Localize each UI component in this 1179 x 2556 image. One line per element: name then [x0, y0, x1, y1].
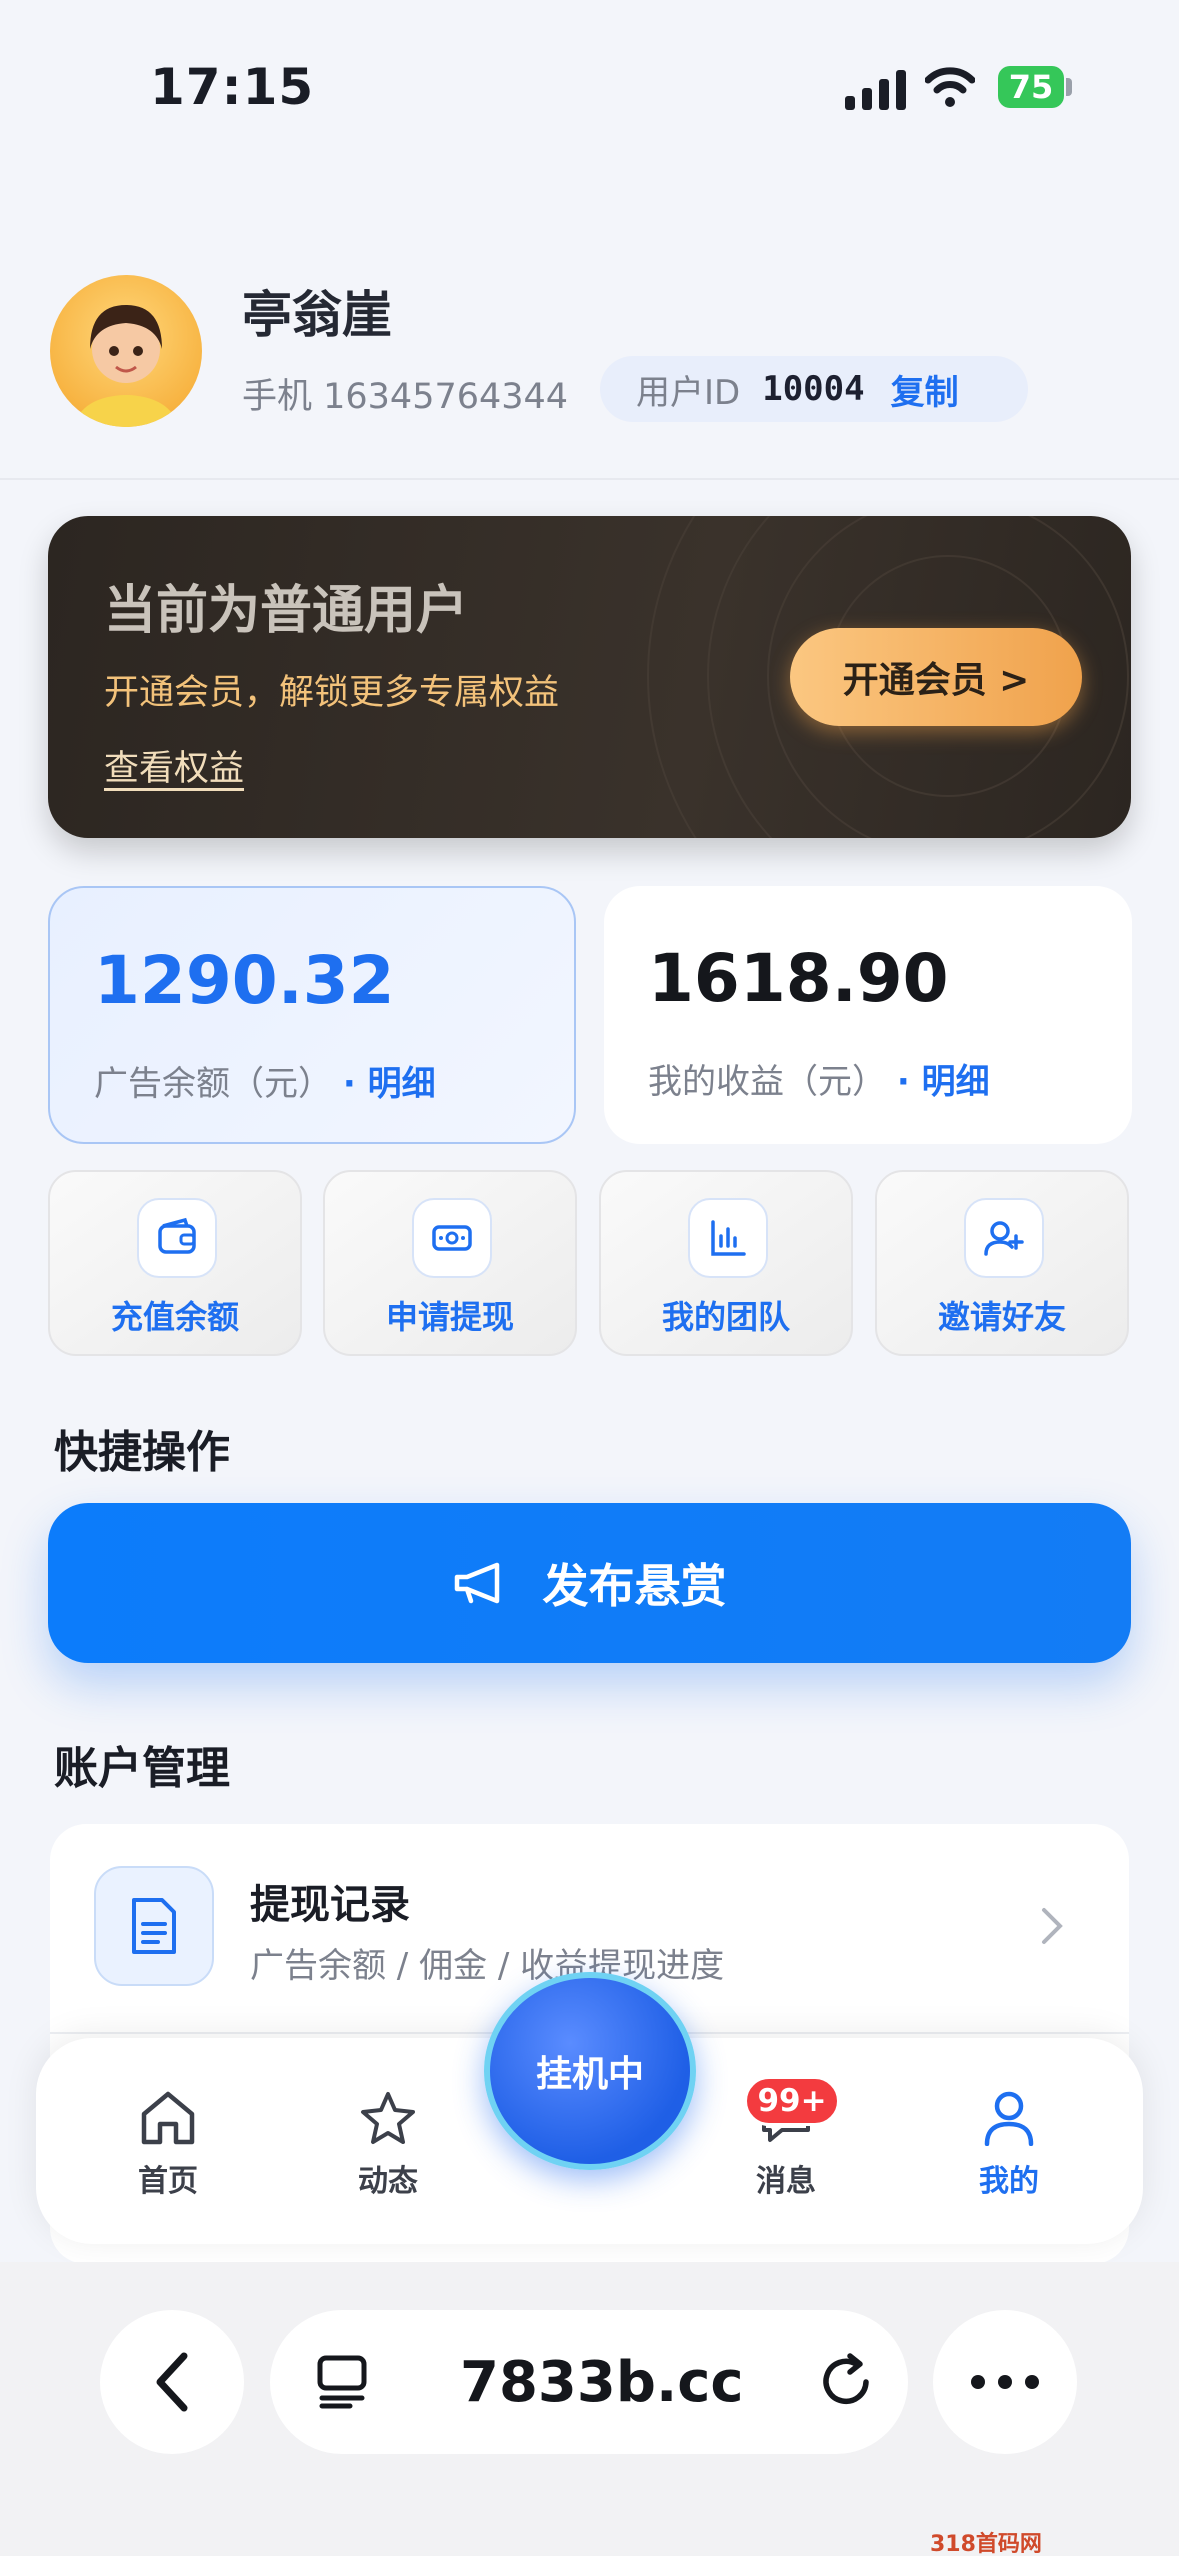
ad-balance-card[interactable]: 1290.32 广告余额（元） · 明细 [48, 886, 576, 1144]
account-title: 账户管理 [54, 1743, 230, 1794]
phone-number: 手机 16345764344 [242, 377, 569, 417]
view-benefits-link[interactable]: 查看权益 [104, 740, 244, 791]
user-id-value: 10004 [762, 369, 865, 409]
divider [0, 478, 1179, 480]
vip-banner: 当前为普通用户 开通会员，解锁更多专属权益 查看权益 开通会员 > [48, 516, 1131, 838]
battery-tip [1066, 78, 1072, 96]
tab-mine-label: 我的 [979, 2164, 1039, 2199]
earnings-detail-link[interactable]: · 明细 [897, 1062, 990, 1102]
address-bar[interactable]: 7833b.cc [270, 2310, 908, 2454]
user-name: 亭翁崖 [242, 286, 392, 344]
action-label: 充值余额 [110, 1298, 239, 1336]
action-label: 我的团队 [661, 1298, 790, 1336]
more-dots-icon [971, 2375, 1039, 2389]
page-menu-icon [317, 2355, 367, 2409]
add-user-icon [964, 1198, 1044, 1278]
tab-messages-label: 消息 [756, 2164, 816, 2199]
watermark: 318首码网 www.e318.com [930, 2532, 1042, 2556]
chevron-left-icon [156, 2352, 188, 2412]
action-label: 邀请好友 [937, 1298, 1066, 1336]
earnings-card[interactable]: 1618.90 我的收益（元） · 明细 [604, 886, 1132, 1144]
back-button[interactable] [100, 2310, 244, 2454]
status-time: 17:15 [150, 58, 315, 116]
action-team[interactable]: 我的团队 [599, 1170, 853, 1356]
membership-subtitle: 开通会员，解锁更多专属权益 [104, 673, 560, 713]
message-count-badge: 99+ [744, 2076, 840, 2126]
action-invite[interactable]: 邀请好友 [875, 1170, 1129, 1356]
cellular-signal-icon [845, 70, 906, 110]
action-label: 申请提现 [385, 1298, 514, 1336]
earnings-amount: 1618.90 [648, 940, 949, 1017]
tab-feed[interactable]: 动态 [298, 2090, 478, 2200]
user-id-pill: 用户ID 10004 复制 [600, 356, 1028, 422]
battery-indicator: 75 [998, 66, 1064, 108]
ad-balance-label: 广告余额（元） · 明细 [94, 1056, 436, 1105]
publish-reward-button[interactable]: 发布悬赏 [48, 1503, 1131, 1663]
tab-home[interactable]: 首页 [78, 2090, 258, 2200]
ad-balance-detail-link[interactable]: · 明细 [343, 1064, 436, 1104]
membership-status: 当前为普通用户 [104, 581, 469, 641]
home-icon [141, 2091, 195, 2145]
wifi-icon [925, 67, 975, 107]
wallet-icon [137, 1198, 217, 1278]
copy-button[interactable]: 复制 [891, 365, 959, 414]
avatar[interactable] [50, 275, 202, 427]
withdraw-records-title: 提现记录 [250, 1882, 410, 1928]
user-icon [984, 2091, 1034, 2146]
tab-feed-label: 动态 [358, 2164, 418, 2199]
megaphone-icon [454, 1562, 499, 1604]
open-membership-button[interactable]: 开通会员 > [790, 628, 1082, 726]
action-withdraw[interactable]: 申请提现 [323, 1170, 577, 1356]
quick-ops-title: 快捷操作 [54, 1427, 230, 1478]
tab-home-label: 首页 [138, 2164, 198, 2199]
earnings-label: 我的收益（元） · 明细 [648, 1054, 990, 1103]
ad-balance-caption: 广告余额（元） [94, 1064, 332, 1104]
chevron-right-icon [1042, 1908, 1063, 1944]
withdraw-records-subtitle: 广告余额 / 佣金 / 收益提现进度 [250, 1946, 725, 1986]
star-icon [361, 2092, 415, 2144]
action-recharge[interactable]: 充值余额 [48, 1170, 302, 1356]
user-id-label: 用户ID [636, 372, 741, 413]
reload-icon[interactable] [818, 2352, 876, 2412]
publish-reward-label: 发布悬赏 [542, 1559, 727, 1613]
chart-icon [688, 1198, 768, 1278]
url-text: 7833b.cc [460, 2350, 744, 2415]
idle-status-button[interactable]: 挂机中 [484, 1972, 696, 2170]
more-button[interactable] [933, 2310, 1077, 2454]
earnings-caption: 我的收益（元） [648, 1062, 886, 1102]
cash-icon [412, 1198, 492, 1278]
document-icon [94, 1866, 214, 1986]
avatar-illustration [76, 305, 176, 427]
ad-balance-amount: 1290.32 [94, 942, 395, 1019]
tab-mine[interactable]: 我的 [919, 2090, 1099, 2200]
